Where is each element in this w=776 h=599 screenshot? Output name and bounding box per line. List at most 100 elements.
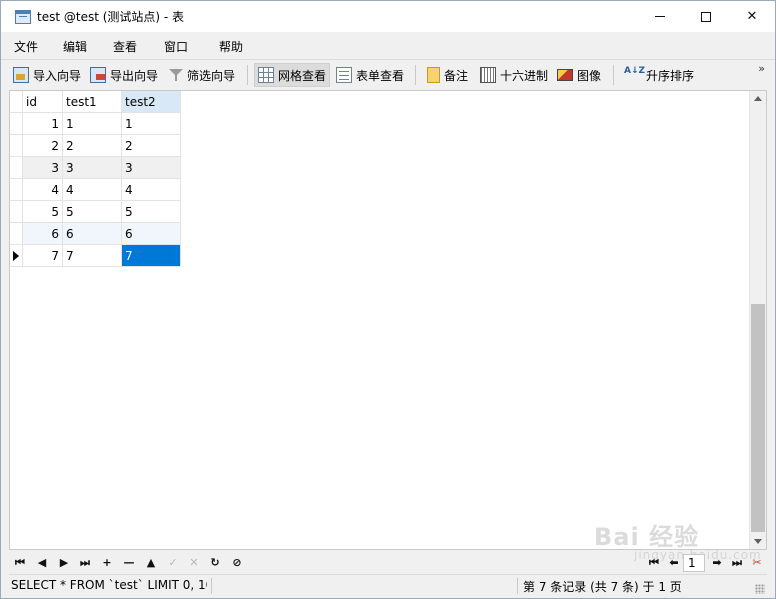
scroll-up-arrow-icon[interactable] bbox=[754, 96, 762, 101]
cell-test1[interactable]: 6 bbox=[63, 223, 122, 245]
cell-test1[interactable]: 3 bbox=[63, 157, 122, 179]
add-record-icon[interactable]: + bbox=[98, 554, 116, 572]
table-icon bbox=[15, 9, 31, 24]
filter-wizard-label: 筛选向导 bbox=[187, 68, 236, 83]
close-button[interactable]: ✕ bbox=[729, 1, 775, 32]
discard-changes-icon[interactable]: ✕ bbox=[185, 554, 203, 572]
last-record-icon[interactable]: ⏭ bbox=[76, 554, 94, 572]
column-header-id[interactable]: id bbox=[23, 91, 63, 113]
vertical-scrollbar[interactable] bbox=[749, 91, 766, 549]
current-row-pointer-icon bbox=[13, 251, 19, 261]
row-marker[interactable] bbox=[10, 223, 23, 245]
table-row[interactable]: 1 1 1 bbox=[10, 113, 181, 135]
menu-view[interactable]: 查看 bbox=[113, 38, 137, 55]
table-row[interactable]: 6 6 6 bbox=[10, 223, 181, 245]
sort-ascending-label: 升序排序 bbox=[646, 68, 695, 83]
table-row[interactable]: 2 2 2 bbox=[10, 135, 181, 157]
export-wizard-label: 导出向导 bbox=[110, 68, 159, 83]
cell-test1[interactable]: 2 bbox=[63, 135, 122, 157]
export-icon bbox=[90, 67, 106, 83]
grid-icon bbox=[258, 67, 274, 83]
table-row[interactable]: 3 3 3 bbox=[10, 157, 181, 179]
cell-test2[interactable]: 3 bbox=[122, 157, 181, 179]
column-header-test2[interactable]: test2 bbox=[122, 91, 181, 113]
maximize-button[interactable] bbox=[683, 1, 729, 32]
menu-edit[interactable]: 编辑 bbox=[63, 38, 87, 55]
cell-id[interactable]: 6 bbox=[23, 223, 63, 245]
maximize-icon bbox=[701, 11, 711, 22]
memo-label: 备注 bbox=[444, 68, 469, 83]
row-marker[interactable] bbox=[10, 157, 23, 179]
cell-test1[interactable]: 4 bbox=[63, 179, 122, 201]
image-button[interactable]: 图像 bbox=[554, 63, 604, 87]
menu-file[interactable]: 文件 bbox=[14, 38, 38, 55]
grid-view-button[interactable]: 网格查看 bbox=[254, 63, 331, 87]
cell-id[interactable]: 1 bbox=[23, 113, 63, 135]
apply-changes-icon[interactable]: ✓ bbox=[164, 554, 182, 572]
refresh-icon[interactable]: ↻ bbox=[206, 554, 224, 572]
cell-test2[interactable]: 5 bbox=[122, 201, 181, 223]
page-first-icon[interactable]: ⏮ bbox=[645, 554, 663, 572]
stop-icon[interactable]: ⊘ bbox=[228, 554, 246, 572]
delete-record-icon[interactable]: — bbox=[120, 554, 138, 572]
import-icon bbox=[13, 67, 29, 83]
page-last-icon[interactable]: ⏭ bbox=[728, 554, 746, 572]
hex-label: 十六进制 bbox=[500, 68, 549, 83]
form-icon bbox=[336, 67, 352, 83]
toolbar-separator bbox=[613, 65, 614, 85]
previous-record-icon[interactable]: ◀ bbox=[33, 554, 51, 572]
close-icon: ✕ bbox=[746, 9, 758, 24]
table-header-row: id test1 test2 bbox=[10, 91, 181, 113]
row-marker[interactable] bbox=[10, 201, 23, 223]
table-row[interactable]: 4 4 4 bbox=[10, 179, 181, 201]
app-window: test @test (测试站点) - 表 ✕ 文件 编辑 查看 窗口 帮助 导… bbox=[0, 0, 776, 599]
import-wizard-button[interactable]: 导入向导 bbox=[10, 63, 84, 87]
toolbar-overflow-chevron-icon[interactable]: » bbox=[758, 62, 765, 75]
form-view-button[interactable]: 表单查看 bbox=[333, 63, 407, 87]
cell-test2[interactable]: 6 bbox=[122, 223, 181, 245]
cell-test2[interactable]: 2 bbox=[122, 135, 181, 157]
toolbar-separator bbox=[415, 65, 416, 85]
cell-test2[interactable]: 4 bbox=[122, 179, 181, 201]
next-record-icon[interactable]: ▶ bbox=[55, 554, 73, 572]
hex-button[interactable]: 十六进制 bbox=[477, 63, 551, 87]
menu-help[interactable]: 帮助 bbox=[219, 38, 243, 55]
move-up-icon[interactable]: ▲ bbox=[142, 554, 160, 572]
note-icon bbox=[427, 67, 440, 83]
cell-id[interactable]: 3 bbox=[23, 157, 63, 179]
hex-icon bbox=[480, 67, 496, 83]
settings-tools-icon[interactable]: ✂ bbox=[748, 554, 766, 572]
cell-id[interactable]: 5 bbox=[23, 201, 63, 223]
memo-button[interactable]: 备注 bbox=[424, 63, 471, 87]
row-marker[interactable] bbox=[10, 179, 23, 201]
menu-window[interactable]: 窗口 bbox=[164, 38, 188, 55]
status-record-info: 第 7 条记录 (共 7 条) 于 1 页 bbox=[523, 580, 682, 594]
scrollbar-thumb[interactable] bbox=[751, 304, 765, 532]
cell-id[interactable]: 2 bbox=[23, 135, 63, 157]
resize-grip-icon[interactable] bbox=[755, 584, 765, 594]
table-row-current[interactable]: 7 7 7 bbox=[10, 245, 181, 267]
page-next-icon[interactable]: ➡ bbox=[708, 554, 726, 572]
page-previous-icon[interactable]: ⬅ bbox=[665, 554, 683, 572]
export-wizard-button[interactable]: 导出向导 bbox=[87, 63, 161, 87]
minimize-button[interactable] bbox=[637, 1, 683, 32]
row-marker-header bbox=[10, 91, 23, 113]
cell-test1[interactable]: 5 bbox=[63, 201, 122, 223]
cell-test1[interactable]: 7 bbox=[63, 245, 122, 267]
page-number-input[interactable]: 1 bbox=[683, 554, 705, 572]
row-marker[interactable] bbox=[10, 113, 23, 135]
cell-id[interactable]: 4 bbox=[23, 179, 63, 201]
column-header-test1[interactable]: test1 bbox=[63, 91, 122, 113]
row-marker-current[interactable] bbox=[10, 245, 23, 267]
first-record-icon[interactable]: ⏮ bbox=[11, 554, 29, 572]
filter-wizard-button[interactable]: 筛选向导 bbox=[166, 63, 238, 87]
title-bar: test @test (测试站点) - 表 ✕ bbox=[1, 1, 775, 32]
row-marker[interactable] bbox=[10, 135, 23, 157]
cell-test1[interactable]: 1 bbox=[63, 113, 122, 135]
cell-test2[interactable]: 1 bbox=[122, 113, 181, 135]
cell-test2-selected[interactable]: 7 bbox=[122, 245, 181, 267]
sort-ascending-button[interactable]: A↓Z 升序排序 bbox=[621, 63, 697, 87]
cell-id[interactable]: 7 bbox=[23, 245, 63, 267]
table-row[interactable]: 5 5 5 bbox=[10, 201, 181, 223]
minimize-icon bbox=[655, 16, 665, 17]
